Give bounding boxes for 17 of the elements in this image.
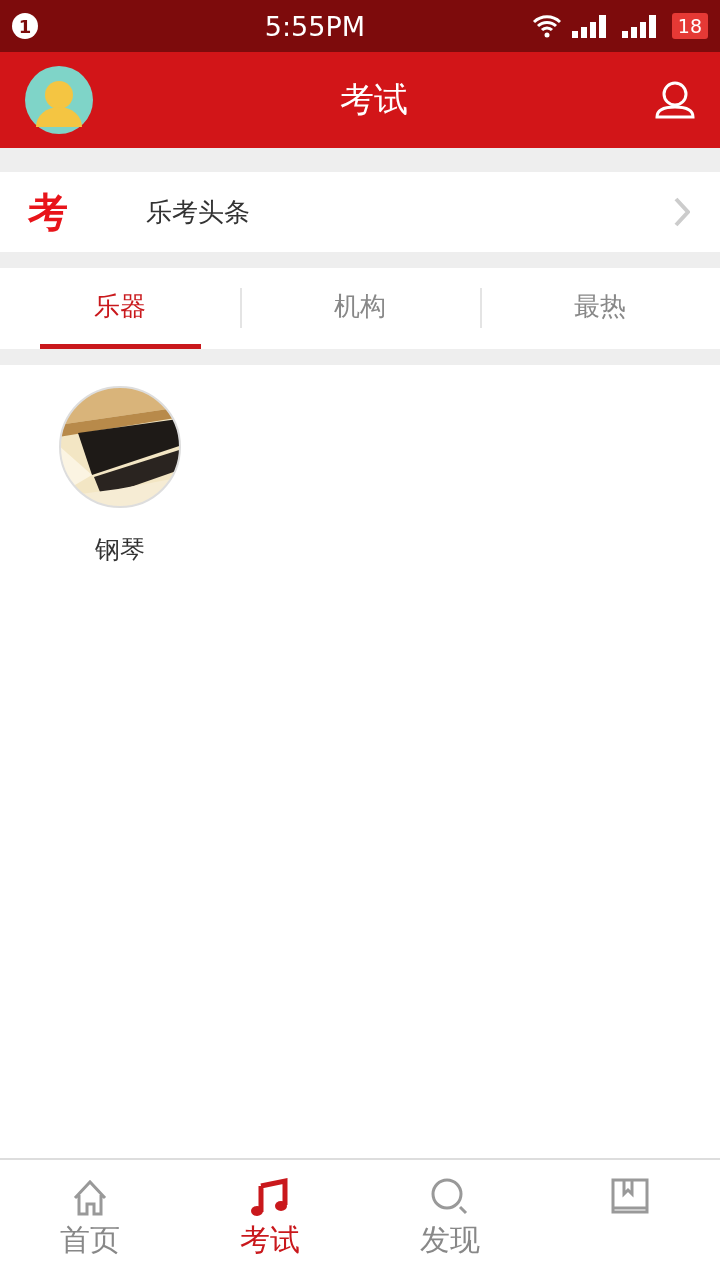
notification-count: 1 [12, 13, 38, 39]
category-tab[interactable]: 乐器 [39, 268, 201, 349]
avatar[interactable] [24, 65, 94, 135]
clock-time: 5:55PM [263, 10, 366, 42]
nav-tab[interactable]: 首页 [0, 1160, 180, 1280]
user-icon[interactable] [654, 80, 696, 120]
page-title: 考试 [340, 78, 408, 121]
wifi-icon [531, 13, 562, 39]
nav-tab[interactable]: 发现 [360, 1160, 540, 1280]
exam-label: 考 [28, 187, 68, 237]
category-tab[interactable]: 最热 [519, 268, 681, 349]
battery-level: 18 [671, 13, 708, 39]
category-tab[interactable]: 机构 [279, 268, 441, 349]
headline-link[interactable]: 乐考头条 [146, 194, 674, 230]
instrument-label[interactable]: 钢琴 [95, 533, 145, 566]
nav-tab[interactable]: 考试 [180, 1160, 360, 1280]
music-note-icon [249, 1176, 291, 1218]
